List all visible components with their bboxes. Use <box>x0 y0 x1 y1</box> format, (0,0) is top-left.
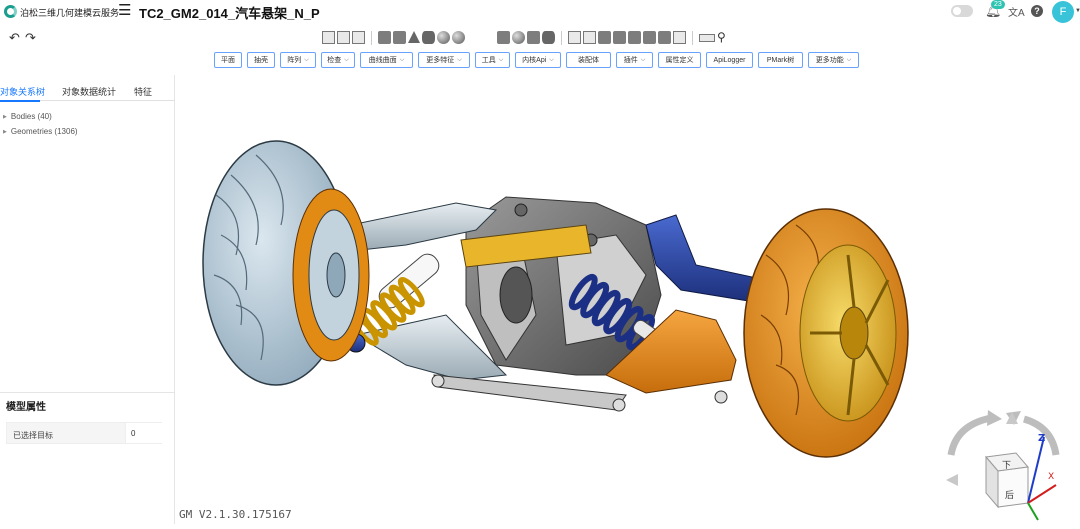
left-wheel[interactable] <box>202 140 370 386</box>
shell-button[interactable]: 抽壳 <box>247 52 275 68</box>
notification-badge: 23 <box>991 0 1005 9</box>
kernel-api-dropdown[interactable]: 内核Api ⌵ <box>515 52 561 68</box>
version-label: GM V2.1.30.175167 <box>179 508 292 521</box>
search-icon[interactable]: ⚲ <box>717 31 730 44</box>
chamfer-icon[interactable] <box>583 31 596 44</box>
property-label: 已选择目标 <box>13 431 53 440</box>
pattern-dropdown[interactable]: 阵列 ⌵ <box>280 52 316 68</box>
chevron-down-icon: ⌵ <box>549 56 554 63</box>
active-tab-indicator <box>0 100 40 102</box>
redo-icon[interactable]: ↷ <box>25 30 36 46</box>
suspension-model-render[interactable]: 下 后 Z X <box>176 75 1080 524</box>
upper-right-control-arm[interactable] <box>645 214 767 304</box>
chevron-down-icon: ⌵ <box>640 56 646 63</box>
3d-viewport[interactable]: 下 后 Z X <box>176 75 1080 524</box>
view-cube-top-label: 下 <box>1002 461 1011 471</box>
caret-right-icon[interactable]: ▶ <box>3 114 7 120</box>
view-cube-front-label: 后 <box>1005 490 1014 501</box>
attribute-definition-button[interactable]: 属性定义 <box>658 52 701 68</box>
chevron-down-icon: ⌵ <box>498 56 504 63</box>
y-axis-line <box>1027 502 1039 521</box>
mirror-icon[interactable] <box>628 31 641 44</box>
curves-surfaces-dropdown[interactable]: 曲线曲面 ⌵ <box>360 52 413 68</box>
properties-title: 模型属性 <box>6 402 46 413</box>
extrude-icon[interactable] <box>378 31 391 44</box>
list-menu-icon[interactable]: ☰ <box>118 3 131 19</box>
loft-icon[interactable] <box>542 31 555 44</box>
tab-object-stats[interactable]: 对象数据统计 <box>62 85 116 98</box>
sketch-tools-group <box>322 29 465 47</box>
draft-icon[interactable] <box>598 31 611 44</box>
toolbar-divider <box>692 31 693 45</box>
toolbar-divider <box>561 31 562 45</box>
rotate-left-arrow-icon[interactable] <box>947 414 992 456</box>
pan-left-arrow-icon[interactable] <box>946 474 958 486</box>
chevron-down-icon: ⌵ <box>304 56 309 63</box>
sketch-edit-icon[interactable] <box>337 31 350 44</box>
view-navigator[interactable]: 下 后 Z X <box>946 410 1060 521</box>
tree-item-label: Geometries (1306) <box>10 127 78 136</box>
tree-item-geometries[interactable]: ▶ Geometries (1306) <box>3 127 78 142</box>
pmark-tree-button[interactable]: PMark树 <box>758 52 803 68</box>
feature-button-bar: 平面 抽壳 阵列 ⌵ 检查 ⌵ 曲线曲面 ⌵ 更多特征 ⌵ 工具 ⌵ 内核Api ⌵ 装配体… <box>214 52 859 68</box>
torus-icon[interactable] <box>512 31 525 44</box>
sweep-icon[interactable] <box>527 31 540 44</box>
document-title: TC2_GM2_014_汽车悬架_N_P <box>139 6 320 21</box>
box-icon[interactable] <box>393 31 406 44</box>
sphere-icon[interactable] <box>452 31 465 44</box>
right-wheel[interactable] <box>743 208 909 458</box>
brand-name: 泊松三维几何建模云服务 <box>20 8 120 18</box>
sketch-plane-icon[interactable] <box>322 31 335 44</box>
plane-button[interactable]: 平面 <box>214 52 242 68</box>
thicken-icon[interactable] <box>658 31 671 44</box>
fillet-icon[interactable] <box>568 31 581 44</box>
tools-dropdown[interactable]: 工具 ⌵ <box>475 52 510 68</box>
property-row: 已选择目标 0 <box>6 422 162 444</box>
logo-ring-icon <box>4 5 17 18</box>
cylinder-icon[interactable] <box>422 31 435 44</box>
avatar-caret-icon[interactable]: ▼ <box>1075 8 1080 14</box>
assembly-button[interactable]: 装配体 <box>566 52 611 68</box>
top-bar: 泊松三维几何建模云服务 ☰ TC2_GM2_014_汽车悬架_N_P 🔔︎ 23… <box>0 0 1080 24</box>
more-functions-dropdown[interactable]: 更多功能 ⌵ <box>808 52 859 68</box>
undo-icon[interactable]: ↶ <box>9 30 20 46</box>
tab-object-tree[interactable]: 对象关系树 <box>0 85 45 98</box>
split-icon[interactable] <box>613 31 626 44</box>
left-panel-tabs: 对象关系树 对象数据统计 特征 <box>0 83 175 102</box>
cone-icon[interactable] <box>408 31 420 43</box>
x-axis-label: X <box>1048 472 1054 482</box>
more-features-dropdown[interactable]: 更多特征 ⌵ <box>418 52 470 68</box>
stack-icon[interactable] <box>673 31 686 44</box>
chevron-down-icon: ⌵ <box>399 56 405 63</box>
question-icon[interactable]: ? <box>1031 5 1043 17</box>
tie-rod[interactable] <box>433 374 627 411</box>
revolve-icon[interactable] <box>437 31 450 44</box>
sketch-exit-icon[interactable] <box>352 31 365 44</box>
object-tree: ▶ Bodies (40) ▶ Geometries (1306) <box>3 112 78 142</box>
tree-item-bodies[interactable]: ▶ Bodies (40) <box>3 112 78 127</box>
properties-divider <box>0 392 175 393</box>
toolbar-divider <box>371 31 372 45</box>
boolean-tools-group: ⚲ <box>497 29 730 47</box>
offset-icon[interactable] <box>643 31 656 44</box>
plugins-dropdown[interactable]: 插件 ⌵ <box>616 52 653 68</box>
tab-features[interactable]: 特征 <box>134 85 152 98</box>
view-cube[interactable] <box>997 466 1029 508</box>
theme-toggle[interactable] <box>951 5 973 17</box>
translate-icon[interactable]: 文A <box>1008 4 1025 19</box>
chevron-down-icon: ⌵ <box>846 56 852 63</box>
boolean-union-icon[interactable] <box>497 31 510 44</box>
left-panel: 对象关系树 对象数据统计 特征 ▶ Bodies (40) ▶ Geometries… <box>0 75 175 524</box>
chevron-down-icon: ⌵ <box>344 56 349 63</box>
property-value: 0 <box>125 423 162 443</box>
api-logger-button[interactable]: ApiLogger <box>706 52 753 68</box>
z-axis-label: Z <box>1038 433 1045 444</box>
avatar[interactable]: F <box>1052 1 1074 23</box>
chevron-down-icon: ⌵ <box>457 56 462 63</box>
caret-right-icon[interactable]: ▶ <box>3 129 7 135</box>
tree-item-label: Bodies (40) <box>10 112 52 121</box>
measure-icon[interactable] <box>699 34 715 42</box>
check-dropdown[interactable]: 检查 ⌵ <box>321 52 355 68</box>
